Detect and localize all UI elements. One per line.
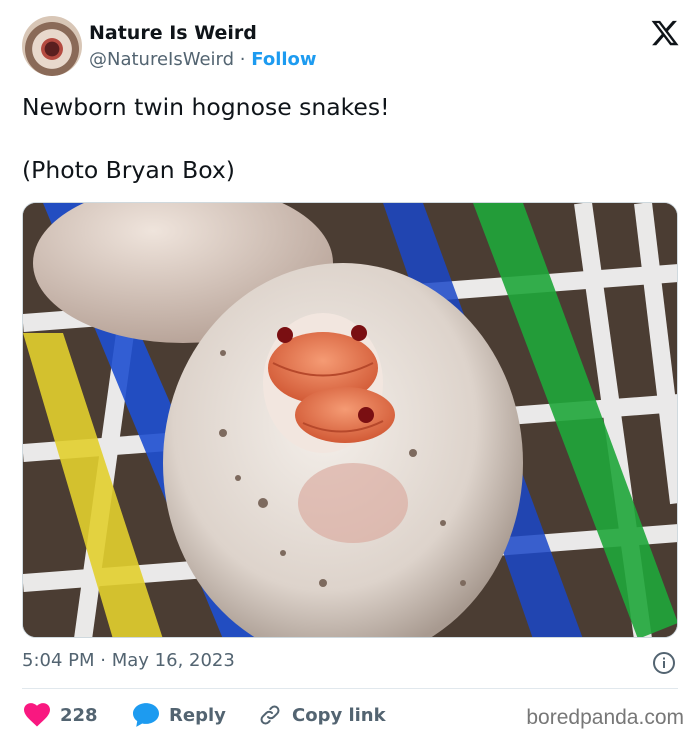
- boredpanda-watermark: boredpanda.com: [526, 706, 684, 729]
- reply-bubble-icon: [133, 703, 159, 727]
- link-icon: [260, 705, 280, 725]
- reply-label: Reply: [169, 704, 226, 726]
- author-handle-row: @NatureIsWeird · Follow: [89, 49, 317, 70]
- meta-separator: ·: [100, 650, 106, 671]
- tweet-text: Newborn twin hognose snakes! (Photo Brya…: [22, 92, 672, 186]
- like-count: 228: [60, 704, 98, 726]
- copy-link-label: Copy link: [292, 704, 386, 726]
- tweet-time[interactable]: 5:04 PM: [22, 650, 95, 671]
- tweet-photo[interactable]: [22, 202, 678, 638]
- tweet-date[interactable]: May 16, 2023: [112, 650, 235, 671]
- like-button[interactable]: 228: [24, 700, 98, 730]
- handle-separator: ·: [239, 49, 246, 70]
- author-name[interactable]: Nature Is Weird: [89, 22, 257, 44]
- twin-snakes-egg-photo: [23, 203, 677, 637]
- tweet-line-1: Newborn twin hognose snakes!: [22, 93, 390, 121]
- tweet-header: Nature Is Weird @NatureIsWeird · Follow: [22, 16, 682, 78]
- heart-icon: [24, 703, 50, 727]
- info-icon[interactable]: [652, 651, 676, 675]
- author-handle[interactable]: @NatureIsWeird: [89, 49, 234, 70]
- x-logo-icon[interactable]: [650, 18, 680, 48]
- author-avatar[interactable]: [22, 16, 82, 76]
- reply-button[interactable]: Reply: [133, 700, 226, 730]
- copy-link-button[interactable]: Copy link: [258, 700, 386, 730]
- tweet-line-2: (Photo Bryan Box): [22, 156, 235, 184]
- follow-button[interactable]: Follow: [251, 49, 316, 70]
- tweet-meta: 5:04 PM · May 16, 2023: [22, 650, 235, 671]
- divider: [22, 688, 678, 689]
